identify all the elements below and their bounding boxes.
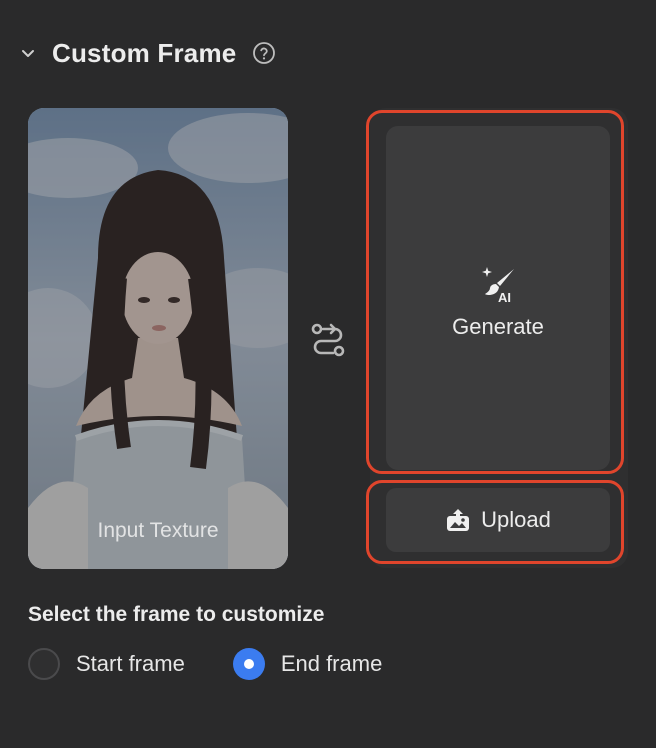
section-header: Custom Frame (18, 32, 276, 74)
section-title: Custom Frame (52, 37, 237, 68)
start-frame-label: Start frame (76, 651, 185, 676)
texture-label: Input Texture (97, 519, 219, 542)
start-frame-radio[interactable] (28, 648, 60, 680)
start-frame-option[interactable]: Start frame (28, 648, 185, 680)
frame-select-heading: Select the frame to customize (28, 603, 325, 626)
upload-highlight-outline (366, 480, 624, 564)
custom-frame-panel: Custom Frame Input Texture AI Generate U… (0, 0, 656, 748)
end-frame-option[interactable]: End frame (232, 648, 383, 680)
texture-dim-overlay (28, 108, 288, 569)
swap-icon[interactable] (306, 318, 350, 362)
generate-highlight-outline (366, 110, 624, 474)
chevron-down-icon[interactable] (18, 43, 38, 63)
input-texture-card[interactable]: Input Texture (28, 108, 288, 569)
help-circle-icon[interactable] (252, 41, 276, 65)
end-frame-radio[interactable] (232, 648, 265, 680)
frame-radio-group: Start frame End frame (28, 646, 382, 682)
end-frame-label: End frame (280, 651, 383, 676)
